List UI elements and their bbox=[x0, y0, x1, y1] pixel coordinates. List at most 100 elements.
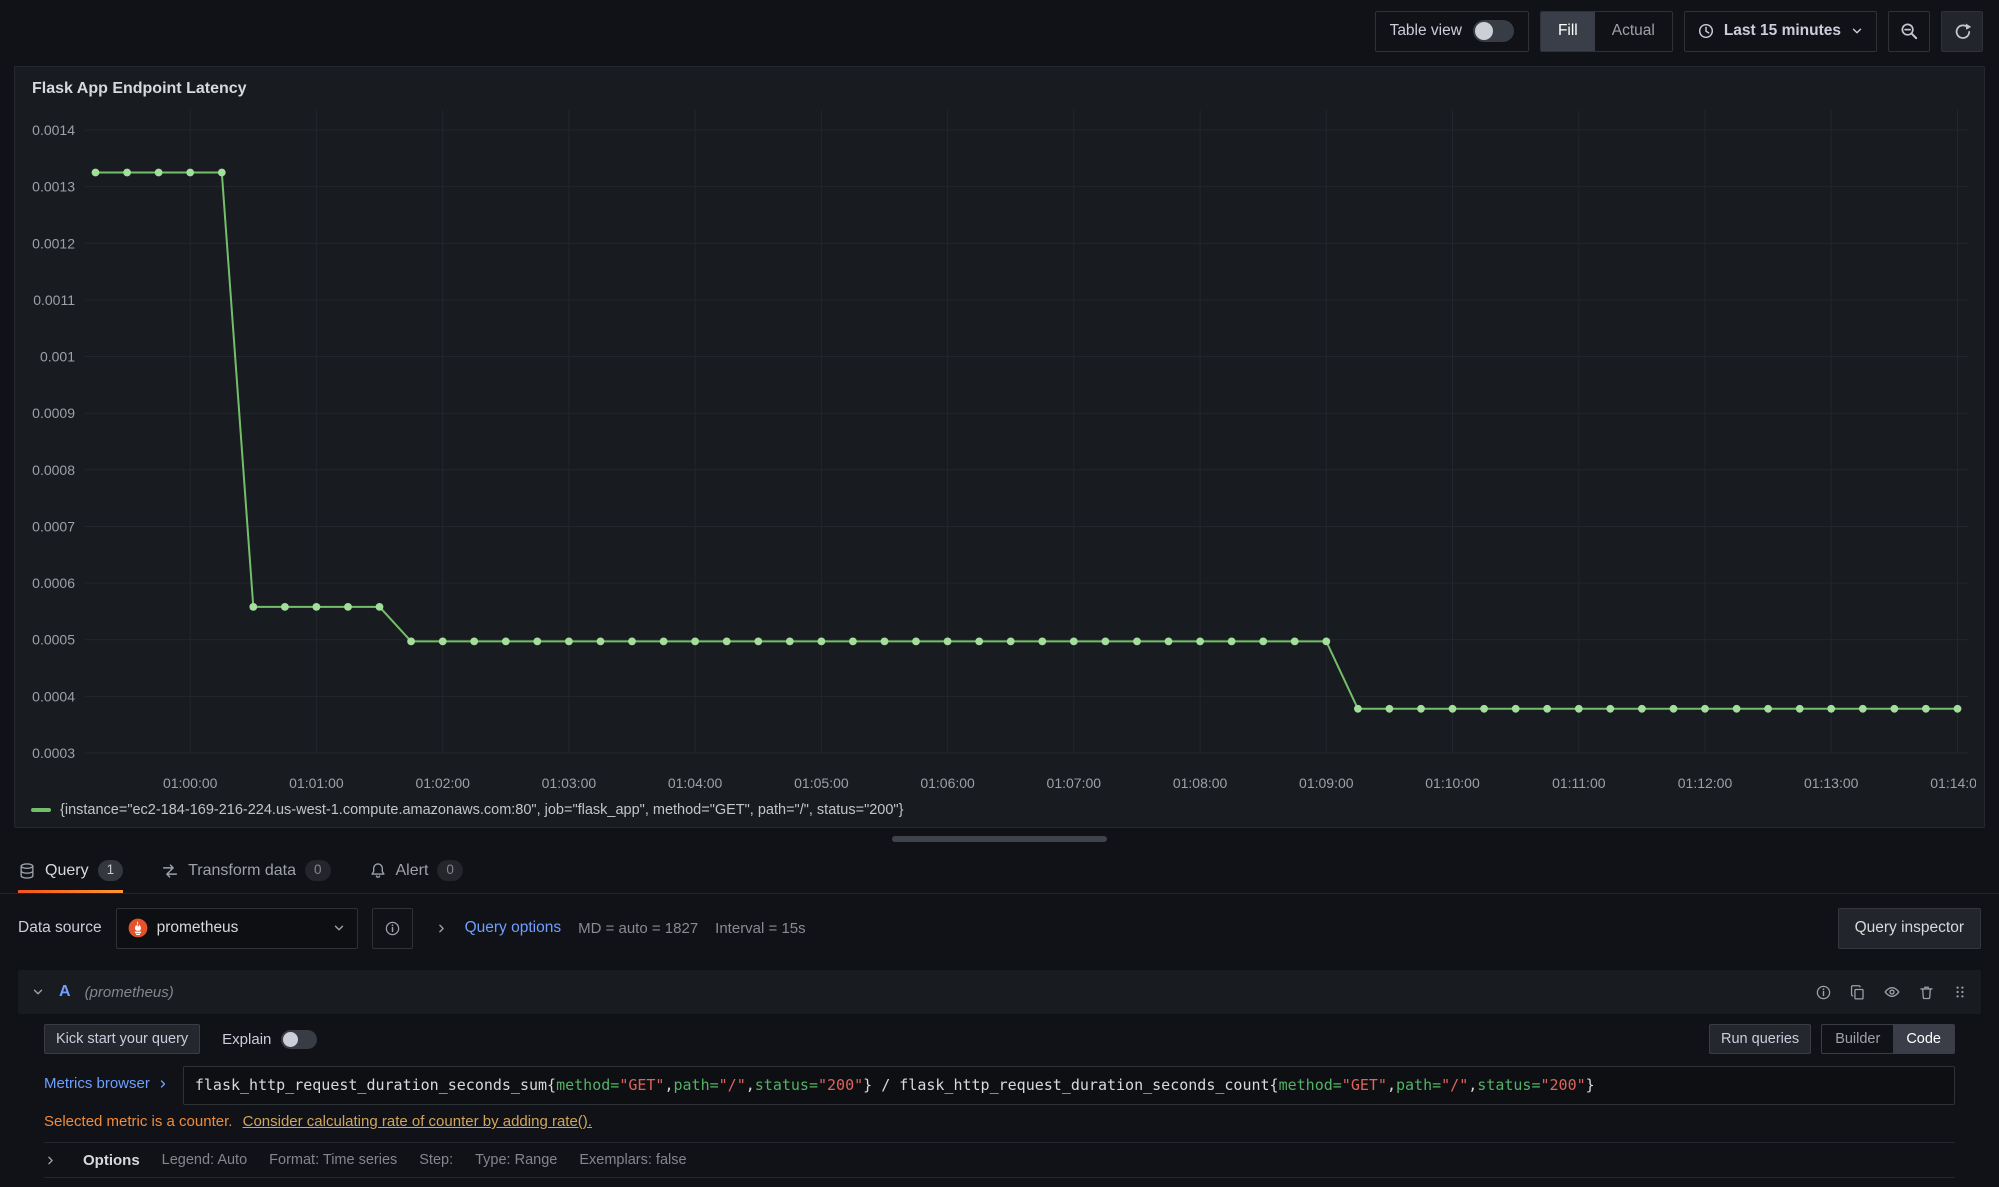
x-axis-tick-label: 01:11:00 bbox=[1552, 775, 1606, 791]
view-mode-actual-button[interactable]: Actual bbox=[1595, 12, 1672, 51]
series-point bbox=[1512, 705, 1520, 713]
collapse-chevron-down-icon[interactable] bbox=[31, 985, 45, 999]
x-axis-tick-label: 01:05:00 bbox=[794, 775, 849, 791]
legend-series-label[interactable]: {instance="ec2-184-169-216-224.us-west-1… bbox=[60, 802, 903, 818]
series-point bbox=[470, 638, 478, 646]
series-point bbox=[502, 638, 510, 646]
editor-tabs: Query 1 Transform data 0 Alert 0 bbox=[0, 848, 1999, 894]
y-axis-tick-label: 0.0007 bbox=[32, 519, 75, 535]
editor-mode-builder-button[interactable]: Builder bbox=[1822, 1025, 1893, 1053]
remove-query-trash-icon[interactable] bbox=[1918, 984, 1935, 1001]
panel-header[interactable]: Flask App Endpoint Latency bbox=[15, 67, 1984, 98]
datasource-picker[interactable]: prometheus bbox=[116, 908, 358, 949]
series-point bbox=[628, 638, 636, 646]
series-point bbox=[1354, 705, 1362, 713]
pane-resize-handle[interactable] bbox=[892, 836, 1107, 842]
legend-series-swatch[interactable] bbox=[31, 808, 51, 812]
series-point bbox=[1575, 705, 1583, 713]
chevron-right-icon[interactable] bbox=[435, 922, 448, 935]
series-point bbox=[818, 638, 826, 646]
y-axis-tick-label: 0.0009 bbox=[32, 405, 75, 421]
y-axis-tick-label: 0.0011 bbox=[33, 292, 75, 308]
kick-start-query-button[interactable]: Kick start your query bbox=[44, 1024, 200, 1054]
latency-time-series-chart[interactable]: 0.00140.00130.00120.00110.0010.00090.000… bbox=[23, 100, 1976, 798]
y-axis-tick-label: 0.0005 bbox=[32, 632, 75, 648]
tab-transform-data[interactable]: Transform data 0 bbox=[161, 848, 330, 893]
x-axis-tick-label: 01:02:00 bbox=[415, 775, 470, 791]
query-ref-id[interactable]: A bbox=[59, 983, 71, 1001]
query-token-plain: } bbox=[1586, 1076, 1595, 1094]
tab-alert[interactable]: Alert 0 bbox=[369, 848, 463, 893]
query-token-string: "200" bbox=[818, 1076, 863, 1094]
hide-query-eye-icon[interactable] bbox=[1883, 983, 1901, 1001]
counter-warning: Selected metric is a counter. Consider c… bbox=[44, 1113, 1955, 1130]
series-point bbox=[1954, 705, 1962, 713]
tab-transform-badge: 0 bbox=[305, 860, 331, 881]
drag-grip-icon[interactable] bbox=[1952, 984, 1968, 1000]
chevron-down-icon bbox=[1850, 24, 1864, 38]
series-point bbox=[1386, 705, 1394, 713]
query-option-meta: Type: Range bbox=[475, 1152, 557, 1168]
series-point bbox=[691, 638, 699, 646]
x-axis-tick-label: 01:12:00 bbox=[1678, 775, 1733, 791]
x-axis-tick-label: 01:04:00 bbox=[668, 775, 723, 791]
refresh-button[interactable] bbox=[1941, 11, 1983, 52]
transform-icon bbox=[161, 862, 179, 880]
tab-alert-badge: 0 bbox=[437, 860, 463, 881]
series-point bbox=[1102, 638, 1110, 646]
series-point bbox=[754, 638, 762, 646]
time-range-picker[interactable]: Last 15 minutes bbox=[1684, 11, 1877, 52]
refresh-icon bbox=[1953, 22, 1971, 40]
series-point bbox=[1228, 638, 1236, 646]
datasource-row: Data source prometheus Query options MD … bbox=[0, 906, 1999, 950]
query-inspector-button[interactable]: Query inspector bbox=[1838, 908, 1981, 949]
series-point bbox=[723, 638, 731, 646]
query-token-label: status= bbox=[755, 1076, 818, 1094]
y-axis-tick-label: 0.0006 bbox=[32, 575, 75, 591]
bell-icon bbox=[369, 862, 387, 880]
query-editor-row: A (prometheus) bbox=[18, 970, 1981, 1178]
table-view-switch[interactable] bbox=[1473, 20, 1514, 42]
query-row-actions bbox=[1815, 983, 1968, 1001]
series-point bbox=[849, 638, 857, 646]
series-line bbox=[96, 173, 1958, 709]
series-point bbox=[1322, 638, 1330, 646]
series-point bbox=[660, 638, 668, 646]
warning-rate-link[interactable]: Consider calculating rate of counter by … bbox=[243, 1113, 592, 1130]
metrics-browser-toggle[interactable]: Metrics browser bbox=[44, 1066, 169, 1092]
promql-query-input[interactable]: flask_http_request_duration_seconds_sum{… bbox=[183, 1066, 1955, 1105]
view-mode-fill-button[interactable]: Fill bbox=[1541, 12, 1595, 51]
query-token-plain: , bbox=[746, 1076, 755, 1094]
series-point bbox=[1891, 705, 1899, 713]
query-row-header[interactable]: A (prometheus) bbox=[18, 970, 1981, 1014]
view-mode-group: Fill Actual bbox=[1540, 11, 1673, 52]
y-axis-tick-label: 0.0014 bbox=[32, 122, 75, 138]
series-point bbox=[1291, 638, 1299, 646]
series-point bbox=[344, 603, 352, 611]
editor-mode-code-button[interactable]: Code bbox=[1893, 1025, 1954, 1053]
series-point bbox=[1764, 705, 1772, 713]
query-history-icon[interactable] bbox=[1815, 984, 1832, 1001]
query-token-label: status= bbox=[1477, 1076, 1540, 1094]
query-options-collapse[interactable]: Options Legend: AutoFormat: Time seriesS… bbox=[44, 1142, 1955, 1178]
query-token-label: path= bbox=[674, 1076, 719, 1094]
panel-editor-topbar: Table view Fill Actual Last 15 minutes bbox=[0, 0, 1999, 62]
series-point bbox=[597, 638, 605, 646]
series-point bbox=[881, 638, 889, 646]
run-queries-button[interactable]: Run queries bbox=[1709, 1024, 1811, 1054]
series-point bbox=[1038, 638, 1046, 646]
explain-switch[interactable] bbox=[281, 1030, 317, 1049]
query-datasource-hint: (prometheus) bbox=[85, 984, 174, 1001]
duplicate-query-icon[interactable] bbox=[1849, 984, 1866, 1001]
metrics-browser-label: Metrics browser bbox=[44, 1075, 150, 1092]
query-token-string: "/" bbox=[719, 1076, 746, 1094]
datasource-help-button[interactable] bbox=[372, 908, 413, 949]
series-point bbox=[786, 638, 794, 646]
y-axis-tick-label: 0.0013 bbox=[32, 179, 75, 195]
query-options-toggle[interactable]: Query options bbox=[465, 919, 562, 937]
series-point bbox=[1796, 705, 1804, 713]
series-point bbox=[1259, 638, 1267, 646]
tab-query[interactable]: Query 1 bbox=[18, 848, 123, 893]
zoom-out-button[interactable] bbox=[1888, 11, 1930, 52]
series-point bbox=[249, 603, 257, 611]
